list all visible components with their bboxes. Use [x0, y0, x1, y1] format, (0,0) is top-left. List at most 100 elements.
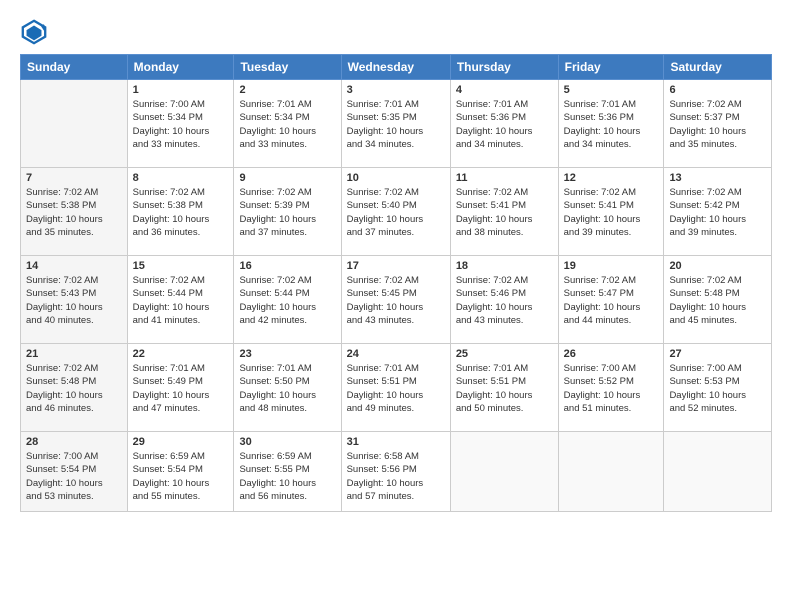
day-info: Sunrise: 7:02 AMSunset: 5:43 PMDaylight:…	[26, 274, 122, 327]
calendar-cell: 13 Sunrise: 7:02 AMSunset: 5:42 PMDayligh…	[664, 168, 772, 256]
calendar-cell: 11Sunrise: 7:02 AMSunset: 5:41 PMDayligh…	[450, 168, 558, 256]
day-info: Sunrise: 7:01 AMSunset: 5:36 PMDaylight:…	[456, 98, 553, 151]
calendar-cell: 9Sunrise: 7:02 AMSunset: 5:39 PMDaylight…	[234, 168, 341, 256]
day-number: 1	[133, 84, 229, 96]
header-sunday: Sunday	[21, 55, 128, 80]
day-number: 24	[347, 348, 445, 360]
day-info: Sunrise: 7:00 AMSunset: 5:52 PMDaylight:…	[564, 362, 659, 415]
day-info: Sunrise: 7:02 AMSunset: 5:48 PMDaylight:…	[669, 274, 766, 327]
day-info: Sunrise: 7:02 AMSunset: 5:48 PMDaylight:…	[26, 362, 122, 415]
header-monday: Monday	[127, 55, 234, 80]
calendar-cell: 18Sunrise: 7:02 AMSunset: 5:46 PMDayligh…	[450, 256, 558, 344]
day-info: Sunrise: 7:02 AMSunset: 5:46 PMDaylight:…	[456, 274, 553, 327]
day-info: Sunrise: 7:02 AMSunset: 5:45 PMDaylight:…	[347, 274, 445, 327]
day-number: 19	[564, 260, 659, 272]
day-number: 30	[239, 436, 335, 448]
day-number: 16	[239, 260, 335, 272]
day-info: Sunrise: 6:59 AMSunset: 5:55 PMDaylight:…	[239, 450, 335, 503]
calendar-cell: 15 Sunrise: 7:02 AMSunset: 5:44 PMDayligh…	[127, 256, 234, 344]
logo-icon	[20, 18, 48, 46]
day-number: 13	[669, 172, 766, 184]
day-info: Sunrise: 7:02 AMSunset: 5:40 PMDaylight:…	[347, 186, 445, 239]
calendar-cell: 14 Sunrise: 7:02 AMSunset: 5:43 PMDayligh…	[21, 256, 128, 344]
calendar-cell: 8 Sunrise: 7:02 AMSunset: 5:38 PMDaylight…	[127, 168, 234, 256]
day-info: Sunrise: 7:00 AMSunset: 5:53 PMDaylight:…	[669, 362, 766, 415]
calendar-cell: 3 Sunrise: 7:01 AMSunset: 5:35 PMDaylight…	[341, 80, 450, 168]
day-info: Sunrise: 7:01 AMSunset: 5:36 PMDaylight:…	[564, 98, 659, 151]
week-row-1: 7 Sunrise: 7:02 AMSunset: 5:38 PMDaylight…	[21, 168, 772, 256]
day-number: 29	[133, 436, 229, 448]
day-number: 27	[669, 348, 766, 360]
day-number: 17	[347, 260, 445, 272]
day-info: Sunrise: 6:58 AMSunset: 5:56 PMDaylight:…	[347, 450, 445, 503]
calendar-cell: 7Sunrise: 7:02 AMSunset: 5:38 PMDaylight…	[21, 168, 128, 256]
calendar-cell: 16 Sunrise: 7:02 AMSunset: 5:44 PMDayligh…	[234, 256, 341, 344]
header	[20, 18, 772, 46]
day-info: Sunrise: 7:02 AMSunset: 5:38 PMDaylight:…	[133, 186, 229, 239]
day-number: 23	[239, 348, 335, 360]
day-info: Sunrise: 7:02 AMSunset: 5:42 PMDaylight:…	[669, 186, 766, 239]
day-number: 8	[133, 172, 229, 184]
day-info: Sunrise: 7:02 AMSunset: 5:41 PMDaylight:…	[456, 186, 553, 239]
day-info: Sunrise: 6:59 AMSunset: 5:54 PMDaylight:…	[133, 450, 229, 503]
day-info: Sunrise: 7:01 AMSunset: 5:50 PMDaylight:…	[239, 362, 335, 415]
calendar-cell: 21Sunrise: 7:02 AMSunset: 5:48 PMDayligh…	[21, 344, 128, 432]
day-info: Sunrise: 7:02 AMSunset: 5:44 PMDaylight:…	[239, 274, 335, 327]
calendar-cell	[21, 80, 128, 168]
week-row-0: 1 Sunrise: 7:00 AMSunset: 5:34 PMDaylight…	[21, 80, 772, 168]
day-info: Sunrise: 7:02 AMSunset: 5:47 PMDaylight:…	[564, 274, 659, 327]
calendar-cell: 19 Sunrise: 7:02 AMSunset: 5:47 PMDayligh…	[558, 256, 664, 344]
calendar-cell: 27 Sunrise: 7:00 AMSunset: 5:53 PMDayligh…	[664, 344, 772, 432]
header-thursday: Thursday	[450, 55, 558, 80]
calendar-cell: 24 Sunrise: 7:01 AMSunset: 5:51 PMDayligh…	[341, 344, 450, 432]
calendar-cell: 29 Sunrise: 6:59 AMSunset: 5:54 PMDayligh…	[127, 432, 234, 512]
day-number: 9	[239, 172, 335, 184]
day-info: Sunrise: 7:02 AMSunset: 5:44 PMDaylight:…	[133, 274, 229, 327]
header-wednesday: Wednesday	[341, 55, 450, 80]
header-tuesday: Tuesday	[234, 55, 341, 80]
day-info: Sunrise: 7:00 AMSunset: 5:34 PMDaylight:…	[133, 98, 229, 151]
calendar-cell: 1 Sunrise: 7:00 AMSunset: 5:34 PMDaylight…	[127, 80, 234, 168]
day-number: 2	[239, 84, 335, 96]
day-number: 25	[456, 348, 553, 360]
week-row-4: 28Sunrise: 7:00 AMSunset: 5:54 PMDayligh…	[21, 432, 772, 512]
day-number: 15	[133, 260, 229, 272]
day-number: 20	[669, 260, 766, 272]
day-number: 26	[564, 348, 659, 360]
day-number: 31	[347, 436, 445, 448]
calendar-table: SundayMondayTuesdayWednesdayThursdayFrid…	[20, 54, 772, 512]
calendar-cell	[664, 432, 772, 512]
calendar-cell: 2 Sunrise: 7:01 AMSunset: 5:34 PMDaylight…	[234, 80, 341, 168]
calendar-cell	[558, 432, 664, 512]
day-number: 10	[347, 172, 445, 184]
day-info: Sunrise: 7:01 AMSunset: 5:34 PMDaylight:…	[239, 98, 335, 151]
day-number: 7	[26, 172, 122, 184]
calendar-cell: 17 Sunrise: 7:02 AMSunset: 5:45 PMDayligh…	[341, 256, 450, 344]
day-number: 14	[26, 260, 122, 272]
day-info: Sunrise: 7:00 AMSunset: 5:54 PMDaylight:…	[26, 450, 122, 503]
calendar-cell: 30 Sunrise: 6:59 AMSunset: 5:55 PMDayligh…	[234, 432, 341, 512]
logo	[20, 18, 52, 46]
day-number: 22	[133, 348, 229, 360]
calendar-cell: 22 Sunrise: 7:01 AMSunset: 5:49 PMDayligh…	[127, 344, 234, 432]
calendar-cell: 5Sunrise: 7:01 AMSunset: 5:36 PMDaylight…	[558, 80, 664, 168]
calendar-cell: 23 Sunrise: 7:01 AMSunset: 5:50 PMDayligh…	[234, 344, 341, 432]
calendar-cell: 28Sunrise: 7:00 AMSunset: 5:54 PMDayligh…	[21, 432, 128, 512]
calendar-cell: 25 Sunrise: 7:01 AMSunset: 5:51 PMDayligh…	[450, 344, 558, 432]
calendar-cell: 6 Sunrise: 7:02 AMSunset: 5:37 PMDaylight…	[664, 80, 772, 168]
calendar-cell: 31 Sunrise: 6:58 AMSunset: 5:56 PMDayligh…	[341, 432, 450, 512]
day-number: 6	[669, 84, 766, 96]
day-info: Sunrise: 7:01 AMSunset: 5:51 PMDaylight:…	[456, 362, 553, 415]
week-row-2: 14 Sunrise: 7:02 AMSunset: 5:43 PMDayligh…	[21, 256, 772, 344]
page: SundayMondayTuesdayWednesdayThursdayFrid…	[0, 0, 792, 612]
header-row: SundayMondayTuesdayWednesdayThursdayFrid…	[21, 55, 772, 80]
day-info: Sunrise: 7:01 AMSunset: 5:35 PMDaylight:…	[347, 98, 445, 151]
header-friday: Friday	[558, 55, 664, 80]
day-number: 4	[456, 84, 553, 96]
day-info: Sunrise: 7:02 AMSunset: 5:37 PMDaylight:…	[669, 98, 766, 151]
calendar-cell: 4 Sunrise: 7:01 AMSunset: 5:36 PMDaylight…	[450, 80, 558, 168]
day-info: Sunrise: 7:01 AMSunset: 5:49 PMDaylight:…	[133, 362, 229, 415]
day-info: Sunrise: 7:01 AMSunset: 5:51 PMDaylight:…	[347, 362, 445, 415]
calendar-cell: 12Sunrise: 7:02 AMSunset: 5:41 PMDayligh…	[558, 168, 664, 256]
day-number: 3	[347, 84, 445, 96]
